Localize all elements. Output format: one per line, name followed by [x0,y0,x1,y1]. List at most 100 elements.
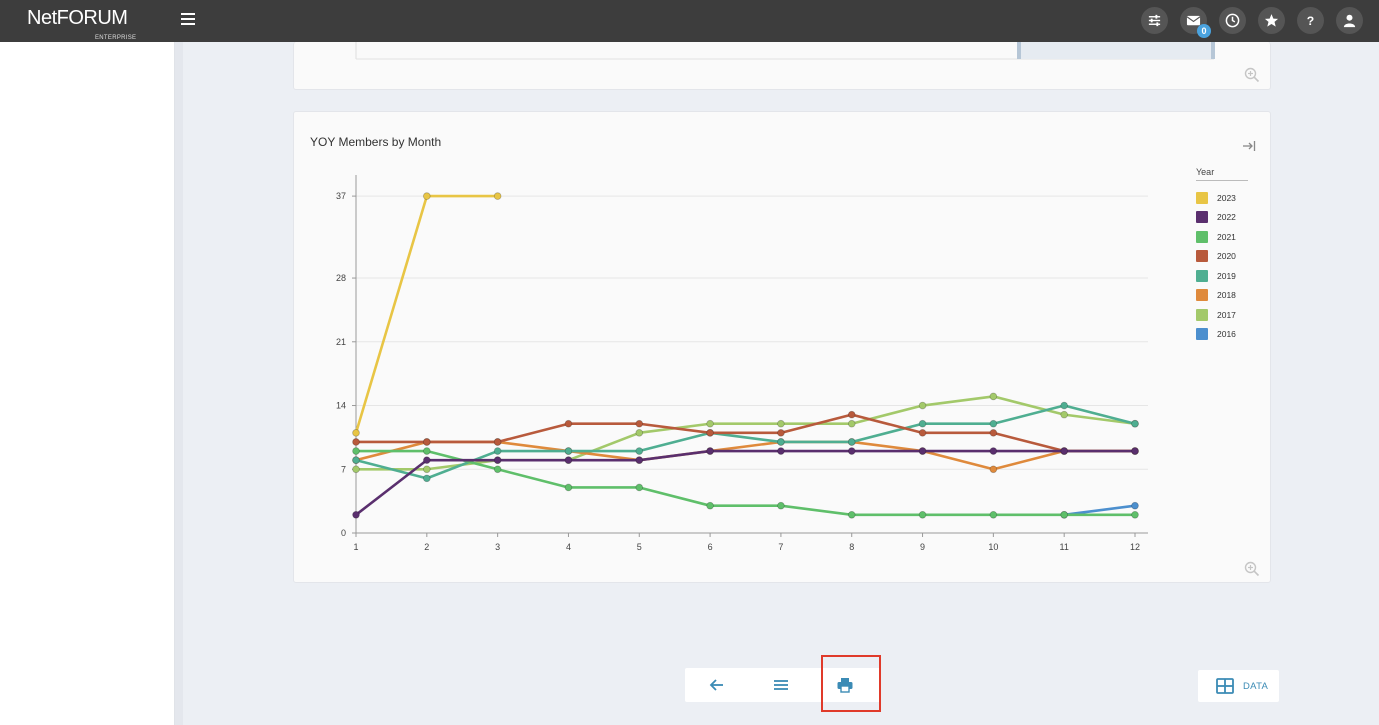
legend-swatch [1196,308,1208,321]
legend-title: Year [1196,167,1248,181]
data-point-2021 [706,501,714,510]
line-chart: 07142128371 2 3 4 5 6 7 8 9 10 11 12 [336,175,1148,552]
legend-swatch [1196,250,1208,263]
data-point-2021 [423,447,431,455]
data-point-2019 [564,447,573,455]
top-navigation-bar: NetFORUM ENTERPRISE 0 ? [0,0,1379,42]
data-point-2023 [423,192,431,200]
data-point-2020 [918,429,927,437]
data-point-2018 [989,465,998,474]
x-tick-label: 10 [988,542,998,552]
legend-item-2022[interactable]: 2022 [1196,208,1248,228]
series-line-2016 [1064,504,1136,517]
legend-label: 2016 [1217,329,1236,340]
y-tick-label: 0 [341,528,346,538]
user-icon[interactable] [1336,7,1363,34]
yoy-members-chart-card: YOY Members by Month 0 7 14 21 28 37 1 2 3 4 5 6 7 8 9… [293,111,1271,583]
data-point-2022 [493,456,502,464]
x-tick-label: 8 [849,542,854,552]
data-point-2022 [847,447,856,455]
data-point-2022 [423,456,431,464]
y-tick-label: 7 [341,464,346,474]
data-point-2020 [989,429,998,437]
data-point-2021 [847,510,856,519]
x-tick-label: 1 [353,542,358,552]
table-icon [1216,678,1234,694]
print-button-highlight [821,655,881,712]
legend-item-2023[interactable]: 2023 [1196,188,1248,208]
zoom-in-icon[interactable] [1244,561,1260,577]
data-point-2022 [1060,447,1068,455]
x-tick-label: 12 [1130,542,1140,552]
data-point-2021 [635,483,644,492]
legend-swatch [1196,328,1208,341]
arrow-left-icon [709,679,723,691]
series-line-2023 [354,194,498,434]
legend-item-2016[interactable]: 2016 [1196,325,1248,345]
menu-button[interactable] [749,668,813,702]
top-icon-group: 0 ? [1141,7,1363,38]
y-tick-label: 37 [336,191,346,201]
data-point-2019 [423,474,431,483]
series-line-2018 [355,440,1135,471]
x-tick-label: 6 [708,542,713,552]
data-point-2020 [423,438,431,446]
data-point-2021 [564,483,573,492]
data-point-2021 [493,465,502,474]
back-button[interactable] [685,668,749,702]
star-icon[interactable] [1258,7,1285,34]
legend-item-2019[interactable]: 2019 [1196,266,1248,286]
data-point-2021 [989,510,998,519]
list-menu-icon [774,680,788,690]
data-point-2016 [1131,501,1139,510]
hamburger-menu-icon[interactable] [181,13,195,27]
zoom-in-icon[interactable] [1244,67,1260,83]
legend-swatch [1196,211,1208,224]
data-point-2021 [918,510,927,519]
data-point-2017 [352,465,360,474]
data-point-2020 [564,419,573,428]
data-point-2017 [777,419,785,428]
netforum-logo[interactable]: NetFORUM ENTERPRISE [27,7,136,41]
clock-icon[interactable] [1219,7,1246,34]
legend-item-2017[interactable]: 2017 [1196,305,1248,325]
data-button-label: DATA [1243,680,1269,692]
legend-swatch [1196,191,1208,204]
previous-chart-fragment [355,42,1215,60]
data-point-2020 [777,429,785,437]
data-point-2022 [352,510,360,519]
data-point-2019 [1060,401,1068,410]
sidebar-divider [175,42,183,725]
y-tick-label: 21 [336,337,346,347]
legend-item-2021[interactable]: 2021 [1196,227,1248,247]
data-point-2020 [847,410,856,419]
x-tick-label: 4 [566,542,571,552]
legend-label: 2021 [1217,231,1236,242]
mail-count-badge: 0 [1197,24,1211,38]
data-point-2019 [847,438,856,446]
legend-swatch [1196,289,1208,302]
data-point-2022 [706,447,714,455]
x-tick-label: 9 [920,542,925,552]
help-icon[interactable]: ? [1297,7,1324,34]
mail-icon[interactable]: 0 [1180,7,1211,38]
previous-chart-card [293,42,1271,90]
legend-item-2018[interactable]: 2018 [1196,286,1248,306]
legend-item-2020[interactable]: 2020 [1196,247,1248,267]
settings-sliders-icon[interactable] [1141,7,1168,34]
data-point-2020 [493,438,502,446]
legend-swatch [1196,230,1208,243]
data-point-2017 [423,465,431,474]
data-point-2019 [777,438,785,446]
data-point-2021 [1060,510,1068,519]
legend-label: 2017 [1217,309,1236,320]
data-point-2022 [1131,447,1139,455]
data-button[interactable]: DATA [1198,670,1279,702]
chart-legend: Year 2023 2022 2021 2020 2019 2018 2017 2016 [1196,167,1248,344]
data-point-2020 [635,419,644,428]
logo-text: NetFORUM [27,7,128,29]
data-point-2019 [1131,419,1139,428]
legend-label: 2018 [1217,290,1236,301]
data-point-2019 [989,419,998,428]
svg-text:?: ? [1307,14,1314,28]
